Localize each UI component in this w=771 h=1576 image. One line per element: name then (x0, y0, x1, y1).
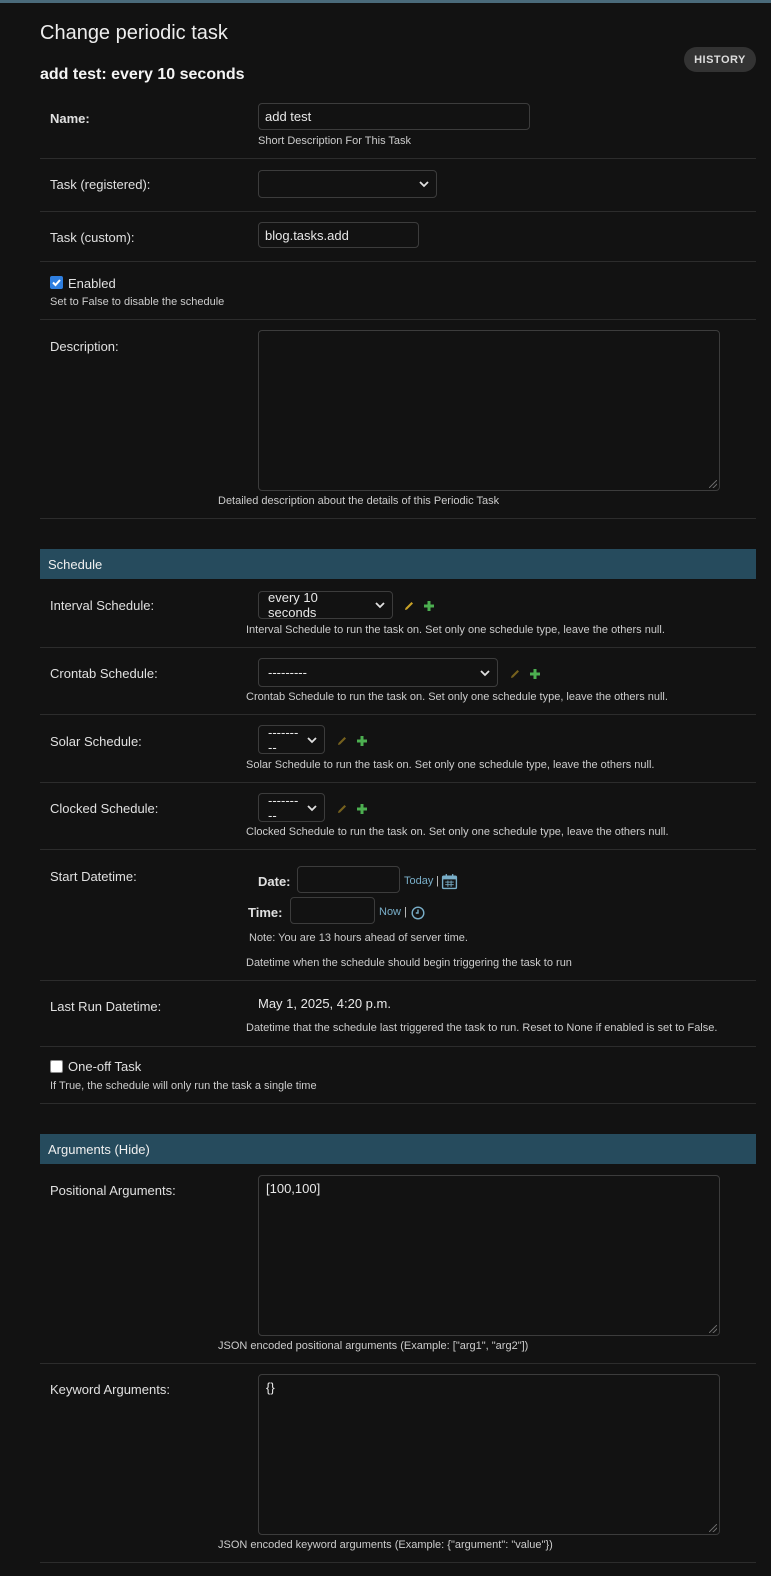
separator: | (436, 875, 439, 887)
divider (40, 714, 756, 715)
keyword-args-label: Keyword Arguments: (50, 1382, 170, 1397)
divider (40, 1363, 756, 1364)
keyword-args-help: JSON encoded keyword arguments (Example:… (218, 1539, 553, 1551)
chevron-down-icon (307, 736, 317, 743)
divider (40, 518, 756, 519)
chevron-down-icon (480, 669, 490, 676)
crontab-schedule-label: Crontab Schedule: (50, 666, 158, 681)
divider (40, 1562, 756, 1563)
divider (40, 319, 756, 320)
crontab-schedule-select[interactable]: --------- (258, 658, 498, 687)
chevron-down-icon (419, 181, 429, 188)
solar-schedule-select[interactable]: --------- (258, 724, 325, 755)
divider (40, 158, 756, 159)
name-label: Name: (50, 111, 90, 126)
pencil-edit-icon[interactable] (336, 735, 348, 747)
clock-icon[interactable] (411, 906, 425, 920)
crontab-schedule-value: --------- (268, 665, 307, 680)
keyword-args-textarea[interactable]: {} (258, 1374, 720, 1535)
plus-add-icon[interactable] (356, 735, 368, 747)
time-label: Time: (248, 905, 283, 920)
task-custom-input[interactable]: blog.tasks.add (258, 222, 419, 248)
page-title: Change periodic task (40, 22, 228, 44)
enabled-checkbox[interactable] (50, 276, 63, 289)
solar-schedule-help: Solar Schedule to run the task on. Set o… (246, 759, 655, 771)
positional-args-value: [100,100] (266, 1181, 321, 1196)
last-run-help: Datetime that the schedule last triggere… (246, 1022, 718, 1034)
calendar-icon[interactable] (441, 873, 458, 890)
clocked-schedule-value: --------- (268, 792, 299, 823)
clocked-schedule-help: Clocked Schedule to run the task on. Set… (246, 826, 669, 838)
name-help: Short Description For This Task (258, 135, 412, 147)
enabled-label: Enabled (68, 276, 116, 291)
start-datetime-label: Start Datetime: (50, 869, 137, 884)
chevron-down-icon (307, 804, 317, 811)
schedule-section-header: Schedule (40, 549, 756, 579)
solar-schedule-value: --------- (268, 724, 299, 755)
divider (40, 849, 756, 850)
divider (40, 647, 756, 648)
start-date-input[interactable] (297, 866, 400, 893)
start-datetime-help: Datetime when the schedule should begin … (246, 957, 572, 969)
name-input[interactable]: add test (258, 103, 530, 130)
resize-grip-icon[interactable] (709, 1325, 717, 1333)
check-icon (52, 279, 61, 287)
solar-schedule-label: Solar Schedule: (50, 734, 142, 749)
timezone-note: Note: You are 13 hours ahead of server t… (249, 932, 468, 944)
description-textarea[interactable] (258, 330, 720, 491)
last-run-value: May 1, 2025, 4:20 p.m. (258, 996, 391, 1011)
today-link[interactable]: Today (404, 875, 433, 887)
positional-args-label: Positional Arguments: (50, 1183, 176, 1198)
history-button[interactable]: HISTORY (684, 47, 756, 72)
enabled-help: Set to False to disable the schedule (50, 296, 225, 308)
positional-args-textarea[interactable]: [100,100] (258, 1175, 720, 1336)
keyword-args-value: {} (266, 1380, 275, 1395)
object-title: add test: every 10 seconds (40, 66, 245, 83)
resize-grip-icon[interactable] (709, 480, 717, 488)
plus-add-icon[interactable] (529, 668, 541, 680)
one-off-checkbox[interactable] (50, 1060, 63, 1073)
divider (40, 1046, 756, 1047)
date-label: Date: (258, 874, 291, 889)
crontab-schedule-help: Crontab Schedule to run the task on. Set… (246, 691, 668, 703)
pencil-edit-icon[interactable] (509, 668, 521, 680)
clocked-schedule-select[interactable]: --------- (258, 792, 325, 823)
divider (40, 782, 756, 783)
now-link[interactable]: Now (379, 906, 401, 918)
resize-grip-icon[interactable] (709, 1524, 717, 1532)
chevron-down-icon (375, 602, 385, 609)
one-off-help: If True, the schedule will only run the … (50, 1080, 317, 1092)
interval-schedule-label: Interval Schedule: (50, 598, 155, 613)
interval-schedule-help: Interval Schedule to run the task on. Se… (246, 624, 665, 636)
divider (40, 261, 756, 262)
pencil-edit-icon[interactable] (403, 600, 415, 612)
clocked-schedule-label: Clocked Schedule: (50, 801, 159, 816)
task-custom-label: Task (custom): (50, 230, 135, 245)
start-time-input[interactable] (290, 897, 375, 924)
plus-add-icon[interactable] (423, 600, 435, 612)
arguments-section-header[interactable]: Arguments (Hide) (40, 1134, 756, 1164)
one-off-label: One-off Task (68, 1059, 142, 1074)
interval-schedule-value: every 10 seconds (268, 590, 318, 620)
description-label: Description: (50, 339, 119, 354)
plus-add-icon[interactable] (356, 803, 368, 815)
divider (40, 1103, 756, 1104)
pencil-edit-icon[interactable] (336, 803, 348, 815)
divider (40, 980, 756, 981)
task-registered-label: Task (registered): (50, 177, 151, 192)
top-accent-bar (0, 0, 771, 3)
last-run-label: Last Run Datetime: (50, 999, 162, 1014)
description-help: Detailed description about the details o… (218, 495, 500, 507)
task-registered-select[interactable] (258, 170, 437, 198)
divider (40, 211, 756, 212)
positional-args-help: JSON encoded positional arguments (Examp… (218, 1340, 529, 1352)
interval-schedule-select[interactable]: every 10 seconds (258, 590, 393, 620)
separator: | (404, 906, 407, 918)
